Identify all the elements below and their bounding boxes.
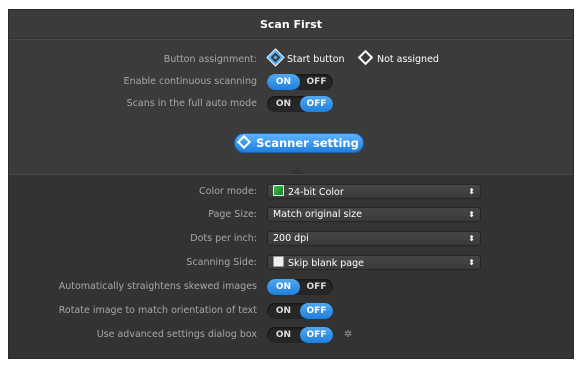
select-arrows-icon: ⬍ <box>468 187 475 196</box>
advanced-settings-row: Use advanced settings dialog box ON OFF … <box>9 326 575 344</box>
radio-not-assigned[interactable]: Not assigned <box>357 49 439 69</box>
dpi-value: 200 dpi <box>273 233 309 244</box>
page-icon <box>273 256 284 267</box>
toggle-off[interactable]: OFF <box>300 279 333 295</box>
deskew-label: Automatically straightens skewed images <box>58 281 257 292</box>
advanced-settings-toggle[interactable]: ON OFF <box>267 327 333 343</box>
scanner-setting-button[interactable]: Scanner setting <box>235 134 363 152</box>
rotate-label: Rotate image to match orientation of tex… <box>58 305 257 316</box>
scanning-side-row: Scanning Side: Skip blank page ⬍ <box>9 254 575 272</box>
diamond-icon <box>237 134 252 150</box>
toggle-on[interactable]: ON <box>267 279 300 295</box>
window-title: Scan First <box>259 18 323 31</box>
deskew-toggle[interactable]: ON OFF <box>267 279 333 295</box>
dpi-label: Dots per inch: <box>190 233 257 244</box>
full-auto-row: Scans in the full auto mode ON OFF <box>9 95 575 113</box>
color-mode-row: Color mode: 24-bit Color ⬍ <box>9 183 575 201</box>
gear-icon[interactable]: ✲ <box>344 326 352 344</box>
radio-start-button[interactable]: Start button <box>267 49 345 69</box>
continuous-scanning-toggle[interactable]: ON OFF <box>267 74 333 90</box>
toggle-off[interactable]: OFF <box>300 96 333 112</box>
full-auto-label: Scans in the full auto mode <box>126 98 257 109</box>
page-size-row: Page Size: Match original size ⬍ <box>9 206 575 224</box>
radio-unselected-icon <box>357 49 374 66</box>
toggle-on[interactable]: ON <box>267 74 300 90</box>
select-arrows-icon: ⬍ <box>468 210 475 219</box>
page-size-label: Page Size: <box>208 209 257 220</box>
page-size-select[interactable]: Match original size ⬍ <box>267 207 481 222</box>
scanning-side-select[interactable]: Skip blank page ⬍ <box>267 255 481 270</box>
toggle-off[interactable]: OFF <box>300 303 333 319</box>
toggle-on[interactable]: ON <box>267 327 300 343</box>
continuous-scanning-row: Enable continuous scanning ON OFF <box>9 73 575 91</box>
toggle-off[interactable]: OFF <box>300 327 333 343</box>
rotate-toggle[interactable]: ON OFF <box>267 303 333 319</box>
scanning-side-label: Scanning Side: <box>186 257 257 268</box>
button-assignment-label: Button assignment: <box>163 54 257 65</box>
color-image-icon <box>273 185 284 196</box>
continuous-scanning-label: Enable continuous scanning <box>123 76 257 87</box>
toggle-on[interactable]: ON <box>267 96 300 112</box>
radio-start-button-label: Start button <box>287 54 345 65</box>
full-auto-toggle[interactable]: ON OFF <box>267 96 333 112</box>
toggle-on[interactable]: ON <box>267 303 300 319</box>
color-mode-value: 24-bit Color <box>288 187 344 198</box>
advanced-settings-label: Use advanced settings dialog box <box>96 329 257 340</box>
title-divider <box>9 38 573 40</box>
rotate-row: Rotate image to match orientation of tex… <box>9 302 575 320</box>
toggle-off[interactable]: OFF <box>300 74 333 90</box>
color-mode-label: Color mode: <box>199 186 257 197</box>
scan-first-window: Scan First Button assignment: Start butt… <box>8 9 574 359</box>
color-mode-select[interactable]: 24-bit Color ⬍ <box>267 184 481 199</box>
scanning-side-value: Skip blank page <box>288 258 364 269</box>
select-arrows-icon: ⬍ <box>468 258 475 267</box>
deskew-row: Automatically straightens skewed images … <box>9 278 575 296</box>
radio-not-assigned-label: Not assigned <box>377 54 439 65</box>
dpi-row: Dots per inch: 200 dpi ⬍ <box>9 230 575 248</box>
scanner-setting-label: Scanner setting <box>256 136 359 150</box>
dpi-select[interactable]: 200 dpi ⬍ <box>267 231 481 246</box>
radio-selected-icon <box>267 49 284 66</box>
select-arrows-icon: ⬍ <box>468 234 475 243</box>
page-size-value: Match original size <box>273 209 362 220</box>
button-assignment-row: Button assignment: Start button Not assi… <box>9 49 575 69</box>
